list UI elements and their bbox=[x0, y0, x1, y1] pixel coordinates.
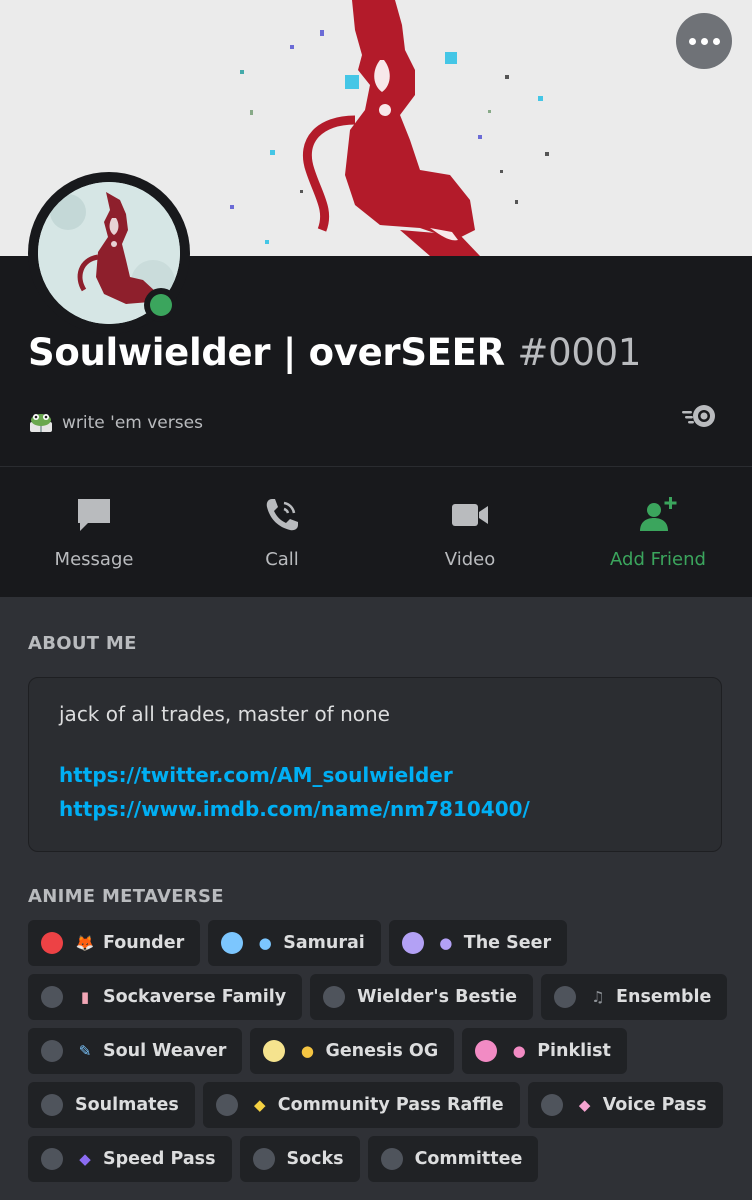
about-me-heading: ABOUT ME bbox=[28, 633, 137, 654]
custom-status-text: write 'em verses bbox=[62, 413, 203, 433]
role-row: ✎ Soul Weaver ● Genesis OG ● Pinklist bbox=[28, 1028, 728, 1074]
role-pill[interactable]: Socks bbox=[239, 1136, 360, 1182]
role-pill[interactable]: Wielder's Bestie bbox=[310, 974, 534, 1020]
role-color-dot bbox=[41, 932, 63, 954]
role-pill[interactable]: 🦊 Founder bbox=[28, 920, 201, 966]
display-name: Soulwielder | overSEER bbox=[28, 331, 505, 374]
chick-icon: ● bbox=[300, 1042, 314, 1060]
username: Soulwielder | overSEER #0001 bbox=[28, 331, 641, 374]
profile-actions: Message Call Video Add Friend bbox=[0, 467, 752, 597]
role-color-dot bbox=[41, 1094, 63, 1116]
role-row: ▮ Sockaverse Family Wielder's Bestie ♫ Ensem… bbox=[28, 974, 728, 1020]
role-row: ◆ Speed Pass Socks Committee bbox=[28, 1136, 728, 1182]
message-icon bbox=[78, 499, 110, 531]
twitter-link[interactable]: https://twitter.com/AM_soulwielder bbox=[59, 758, 691, 792]
role-row: 🦊 Founder ● Samurai ● The Seer bbox=[28, 920, 728, 966]
custom-status: write 'em verses bbox=[28, 412, 203, 434]
dot-icon bbox=[688, 37, 696, 45]
role-name: Wielder's Bestie bbox=[357, 987, 518, 1007]
video-label: Video bbox=[444, 549, 496, 570]
role-pill[interactable]: ▮ Sockaverse Family bbox=[28, 974, 303, 1020]
role-color-dot bbox=[41, 1040, 63, 1062]
add-friend-button[interactable]: Add Friend bbox=[564, 467, 752, 597]
message-button[interactable]: Message bbox=[0, 467, 188, 597]
role-pill[interactable]: Committee bbox=[367, 1136, 539, 1182]
role-name: Pinklist bbox=[537, 1041, 611, 1061]
role-color-dot bbox=[323, 986, 346, 1008]
about-me-text: jack of all trades, master of none bbox=[59, 702, 390, 726]
role-name: Socks bbox=[286, 1149, 344, 1169]
role-pill[interactable]: ◆ Speed Pass bbox=[28, 1136, 232, 1182]
role-color-dot bbox=[221, 932, 244, 954]
role-name: Soulmates bbox=[75, 1095, 179, 1115]
yellow-diamond-icon: ◆ bbox=[254, 1096, 266, 1114]
pen-icon: ✎ bbox=[78, 1042, 92, 1060]
roles-list: 🦊 Founder ● Samurai ● The Seer ▮ Sockaverse Fam… bbox=[28, 920, 728, 1190]
imdb-link[interactable]: https://www.imdb.com/name/nm7810400/ bbox=[59, 792, 691, 826]
role-name: Sockaverse Family bbox=[103, 987, 287, 1007]
role-color-dot bbox=[252, 1148, 275, 1170]
discriminator: #0001 bbox=[517, 331, 642, 374]
music-notes-icon: ♫ bbox=[591, 988, 605, 1006]
socks-icon: ▮ bbox=[80, 988, 90, 1006]
about-me-box: jack of all trades, master of none https… bbox=[28, 677, 722, 852]
frog-reading-emoji-icon bbox=[30, 414, 52, 432]
role-pill[interactable]: ● Pinklist bbox=[462, 1028, 627, 1074]
more-options-button[interactable] bbox=[676, 13, 732, 69]
video-button[interactable]: Video bbox=[376, 467, 564, 597]
dot-icon bbox=[712, 37, 720, 45]
role-pill[interactable]: ✎ Soul Weaver bbox=[28, 1028, 243, 1074]
role-color-dot bbox=[380, 1148, 403, 1170]
role-name: Genesis OG bbox=[325, 1041, 439, 1061]
role-name: Voice Pass bbox=[602, 1095, 707, 1115]
role-pill[interactable]: ● Genesis OG bbox=[250, 1028, 455, 1074]
call-label: Call bbox=[265, 549, 299, 570]
nitro-boost-icon[interactable] bbox=[680, 403, 718, 429]
call-button[interactable]: Call bbox=[188, 467, 376, 597]
role-color-dot bbox=[554, 986, 577, 1008]
role-name: The Seer bbox=[463, 933, 552, 953]
video-camera-icon bbox=[452, 504, 488, 526]
role-color-dot bbox=[540, 1094, 563, 1116]
purple-diamond-icon: ◆ bbox=[79, 1150, 91, 1168]
message-label: Message bbox=[54, 549, 134, 570]
character-silhouette bbox=[302, 0, 480, 256]
role-color-dot bbox=[263, 1040, 286, 1062]
role-color-dot bbox=[475, 1040, 498, 1062]
role-name: Ensemble bbox=[616, 987, 712, 1007]
add-friend-icon bbox=[640, 497, 677, 531]
cat-face-icon: ● bbox=[258, 934, 272, 952]
role-color-dot bbox=[401, 932, 424, 954]
role-name: Founder bbox=[103, 933, 185, 953]
role-name: Samurai bbox=[283, 933, 365, 953]
role-row: Soulmates ◆ Community Pass Raffle ◆ Voice Pa… bbox=[28, 1082, 728, 1128]
kitsune-mask-icon: 🦊 bbox=[75, 934, 95, 952]
purple-cat-icon: ● bbox=[439, 934, 453, 952]
role-color-dot bbox=[41, 1148, 63, 1170]
role-name: Soul Weaver bbox=[103, 1041, 227, 1061]
role-pill[interactable]: Soulmates bbox=[28, 1082, 195, 1128]
pink-bunny-icon: ● bbox=[512, 1042, 526, 1060]
online-status-indicator bbox=[144, 288, 178, 322]
phone-icon bbox=[266, 499, 298, 531]
role-name: Speed Pass bbox=[103, 1149, 216, 1169]
role-color-dot bbox=[41, 986, 63, 1008]
add-friend-label: Add Friend bbox=[610, 549, 706, 570]
dot-icon bbox=[700, 37, 708, 45]
role-name: Community Pass Raffle bbox=[277, 1095, 504, 1115]
role-name: Committee bbox=[414, 1149, 523, 1169]
role-pill[interactable]: ● Samurai bbox=[208, 920, 381, 966]
role-pill[interactable]: ● The Seer bbox=[388, 920, 568, 966]
role-color-dot bbox=[215, 1094, 238, 1116]
role-pill[interactable]: ◆ Voice Pass bbox=[527, 1082, 723, 1128]
role-pill[interactable]: ◆ Community Pass Raffle bbox=[202, 1082, 520, 1128]
role-pill[interactable]: ♫ Ensemble bbox=[541, 974, 728, 1020]
server-heading: ANIME METAVERSE bbox=[28, 886, 224, 907]
pink-diamond-icon: ◆ bbox=[578, 1096, 591, 1114]
